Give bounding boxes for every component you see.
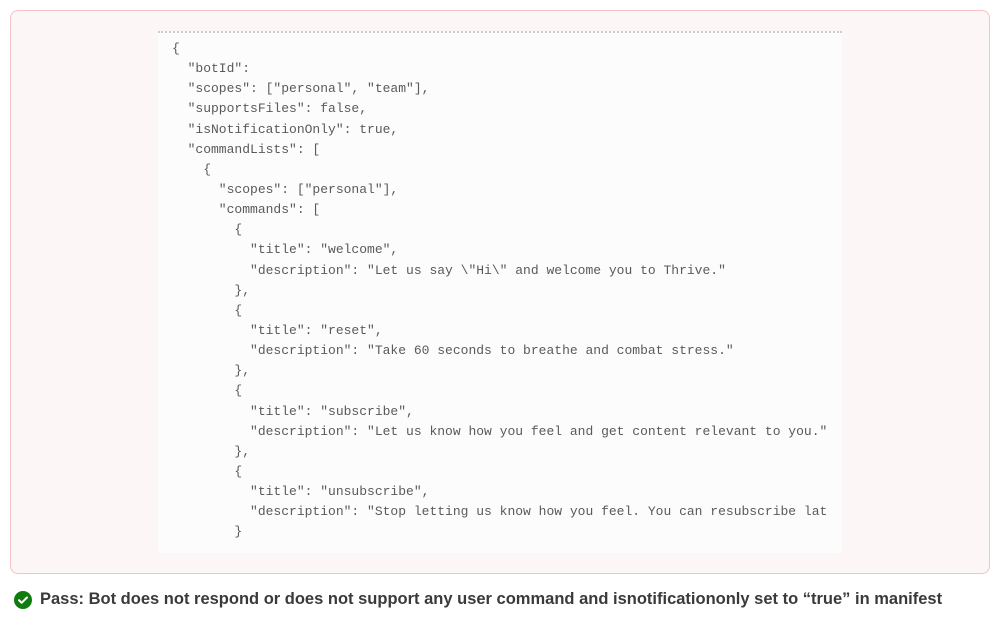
code-example-card: { "botId": "scopes": ["personal", "team"…	[10, 10, 990, 574]
status-text: Pass: Bot does not respond or does not s…	[40, 588, 942, 610]
code-block-container: { "botId": "scopes": ["personal", "team"…	[158, 31, 842, 553]
status-row: Pass: Bot does not respond or does not s…	[10, 588, 990, 614]
manifest-code: { "botId": "scopes": ["personal", "team"…	[172, 39, 828, 543]
